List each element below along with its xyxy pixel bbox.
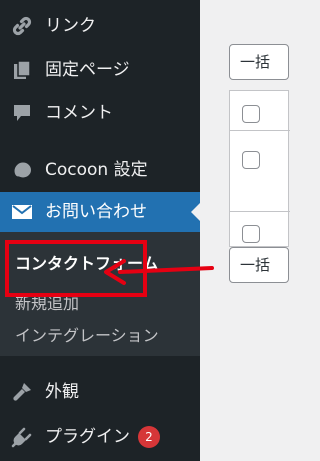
arrow-icon (104, 259, 214, 285)
